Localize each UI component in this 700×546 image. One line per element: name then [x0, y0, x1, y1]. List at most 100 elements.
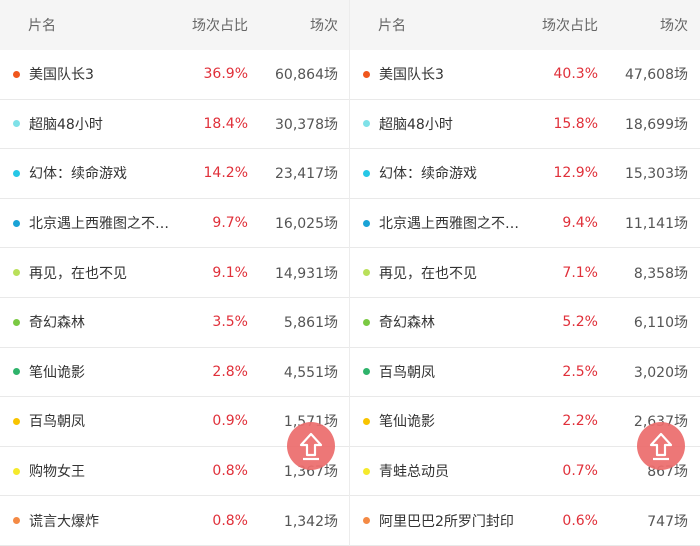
- screening-share: 0.9%: [212, 413, 248, 430]
- movie-name-cell: 幻体：续命游戏: [350, 163, 525, 183]
- screening-share: 9.1%: [212, 264, 248, 281]
- screening-share: 7.1%: [562, 264, 598, 281]
- movie-title: 购物女王: [29, 464, 85, 481]
- movie-name-cell: 购物女王: [0, 461, 175, 481]
- back-to-top-button[interactable]: [637, 422, 685, 470]
- screening-count: 3,020场: [633, 364, 688, 381]
- movie-name-cell: 百鸟朝凤: [0, 411, 175, 431]
- screening-count: 11,141场: [625, 216, 688, 233]
- color-dot-icon: [13, 269, 20, 277]
- screening-count: 8,358场: [633, 265, 688, 282]
- screening-count: 15,303场: [625, 166, 688, 183]
- screening-count: 60,864场: [275, 67, 338, 84]
- screening-count: 23,417场: [275, 166, 338, 183]
- header-count: 场次: [310, 18, 338, 34]
- color-dot-icon: [363, 269, 370, 277]
- screening-count: 14,931场: [275, 265, 338, 282]
- screening-share: 0.8%: [212, 512, 248, 529]
- table-row[interactable]: 奇幻森林 3.5% 5,861场: [0, 298, 349, 348]
- movie-name-cell: 超脑48小时: [0, 114, 175, 134]
- movie-title: 超脑48小时: [29, 116, 103, 133]
- color-dot-icon: [13, 169, 20, 177]
- screening-share: 12.9%: [553, 165, 598, 182]
- table-header: 片名 场次占比 场次: [350, 0, 700, 50]
- arrow-up-icon: [649, 432, 673, 461]
- movie-name-cell: 奇幻森林: [350, 312, 525, 332]
- movie-name-cell: 北京遇上西雅图之不…: [0, 213, 175, 233]
- table-body: 美国队长3 36.9% 60,864场超脑48小时 18.4% 30,378场幻体：续命…: [0, 50, 349, 546]
- screening-share: 0.7%: [562, 463, 598, 480]
- movie-title: 笔仙诡影: [29, 364, 85, 381]
- screening-share: 0.6%: [562, 512, 598, 529]
- table-row[interactable]: 幻体：续命游戏 12.9% 15,303场: [350, 149, 700, 199]
- table-row[interactable]: 美国队长3 40.3% 47,608场: [350, 50, 700, 100]
- box-office-comparison: 片名 场次占比 场次 美国队长3 36.9% 60,864场超脑48小时 18.4% 3…: [0, 0, 700, 546]
- movie-title: 再见，在也不见: [379, 265, 477, 282]
- screening-count: 747场: [647, 513, 688, 530]
- table-header: 片名 场次占比 场次: [0, 0, 349, 50]
- movie-title: 超脑48小时: [379, 116, 453, 133]
- movie-name-cell: 美国队长3: [0, 64, 175, 84]
- color-dot-icon: [13, 318, 20, 326]
- movie-name-cell: 笔仙诡影: [350, 411, 525, 431]
- movie-title: 北京遇上西雅图之不…: [29, 216, 169, 233]
- table-row[interactable]: 北京遇上西雅图之不… 9.4% 11,141场: [350, 199, 700, 249]
- table-row[interactable]: 北京遇上西雅图之不… 9.7% 16,025场: [0, 199, 349, 249]
- table-row[interactable]: 美国队长3 36.9% 60,864场: [0, 50, 349, 100]
- screening-share: 2.5%: [562, 363, 598, 380]
- screening-share: 0.8%: [212, 463, 248, 480]
- movie-title: 青蛙总动员: [379, 464, 449, 481]
- screening-count: 5,861场: [283, 315, 338, 332]
- color-dot-icon: [13, 219, 20, 227]
- color-dot-icon: [13, 368, 20, 376]
- table-row[interactable]: 百鸟朝凤 2.5% 3,020场: [350, 348, 700, 398]
- table-row[interactable]: 超脑48小时 15.8% 18,699场: [350, 100, 700, 150]
- color-dot-icon: [363, 70, 370, 78]
- table-row[interactable]: 再见，在也不见 7.1% 8,358场: [350, 248, 700, 298]
- color-dot-icon: [13, 120, 20, 128]
- table-row[interactable]: 笔仙诡影 2.8% 4,551场: [0, 348, 349, 398]
- movie-title: 北京遇上西雅图之不…: [379, 216, 519, 233]
- movie-title: 奇幻森林: [29, 315, 85, 332]
- color-dot-icon: [13, 467, 20, 475]
- back-to-top-button[interactable]: [287, 422, 335, 470]
- screening-count: 1,342场: [283, 513, 338, 530]
- color-dot-icon: [363, 417, 370, 425]
- screening-count: 18,699场: [625, 116, 688, 133]
- movie-title: 美国队长3: [29, 67, 94, 84]
- header-pct: 场次占比: [542, 18, 598, 34]
- screening-share: 2.8%: [212, 363, 248, 380]
- table-row[interactable]: 幻体：续命游戏 14.2% 23,417场: [0, 149, 349, 199]
- screening-share: 14.2%: [203, 165, 248, 182]
- screening-count: 6,110场: [633, 315, 688, 332]
- header-name: 片名: [28, 18, 56, 34]
- table-row[interactable]: 奇幻森林 5.2% 6,110场: [350, 298, 700, 348]
- movie-name-cell: 阿里巴巴2所罗门封印: [350, 511, 525, 531]
- movie-name-cell: 奇幻森林: [0, 312, 175, 332]
- screening-share: 36.9%: [203, 66, 248, 83]
- header-pct: 场次占比: [192, 18, 248, 34]
- color-dot-icon: [363, 120, 370, 128]
- movie-title: 百鸟朝凤: [379, 364, 435, 381]
- color-dot-icon: [363, 467, 370, 475]
- arrow-up-icon: [299, 432, 323, 461]
- table-row[interactable]: 阿里巴巴2所罗门封印 0.6% 747场: [350, 496, 700, 546]
- color-dot-icon: [363, 169, 370, 177]
- movie-title: 幻体：续命游戏: [379, 166, 477, 183]
- color-dot-icon: [363, 318, 370, 326]
- screening-share: 18.4%: [203, 115, 248, 132]
- table-row[interactable]: 谎言大爆炸 0.8% 1,342场: [0, 496, 349, 546]
- color-dot-icon: [363, 368, 370, 376]
- table-row[interactable]: 再见，在也不见 9.1% 14,931场: [0, 248, 349, 298]
- table-row[interactable]: 超脑48小时 18.4% 30,378场: [0, 100, 349, 150]
- movie-name-cell: 再见，在也不见: [350, 263, 525, 283]
- screening-share: 15.8%: [553, 115, 598, 132]
- movie-title: 幻体：续命游戏: [29, 166, 127, 183]
- movie-name-cell: 笔仙诡影: [0, 362, 175, 382]
- movie-name-cell: 谎言大爆炸: [0, 511, 175, 531]
- movie-title: 再见，在也不见: [29, 265, 127, 282]
- screening-count: 30,378场: [275, 116, 338, 133]
- screening-count: 16,025场: [275, 216, 338, 233]
- movie-name-cell: 北京遇上西雅图之不…: [350, 213, 525, 233]
- movie-name-cell: 幻体：续命游戏: [0, 163, 175, 183]
